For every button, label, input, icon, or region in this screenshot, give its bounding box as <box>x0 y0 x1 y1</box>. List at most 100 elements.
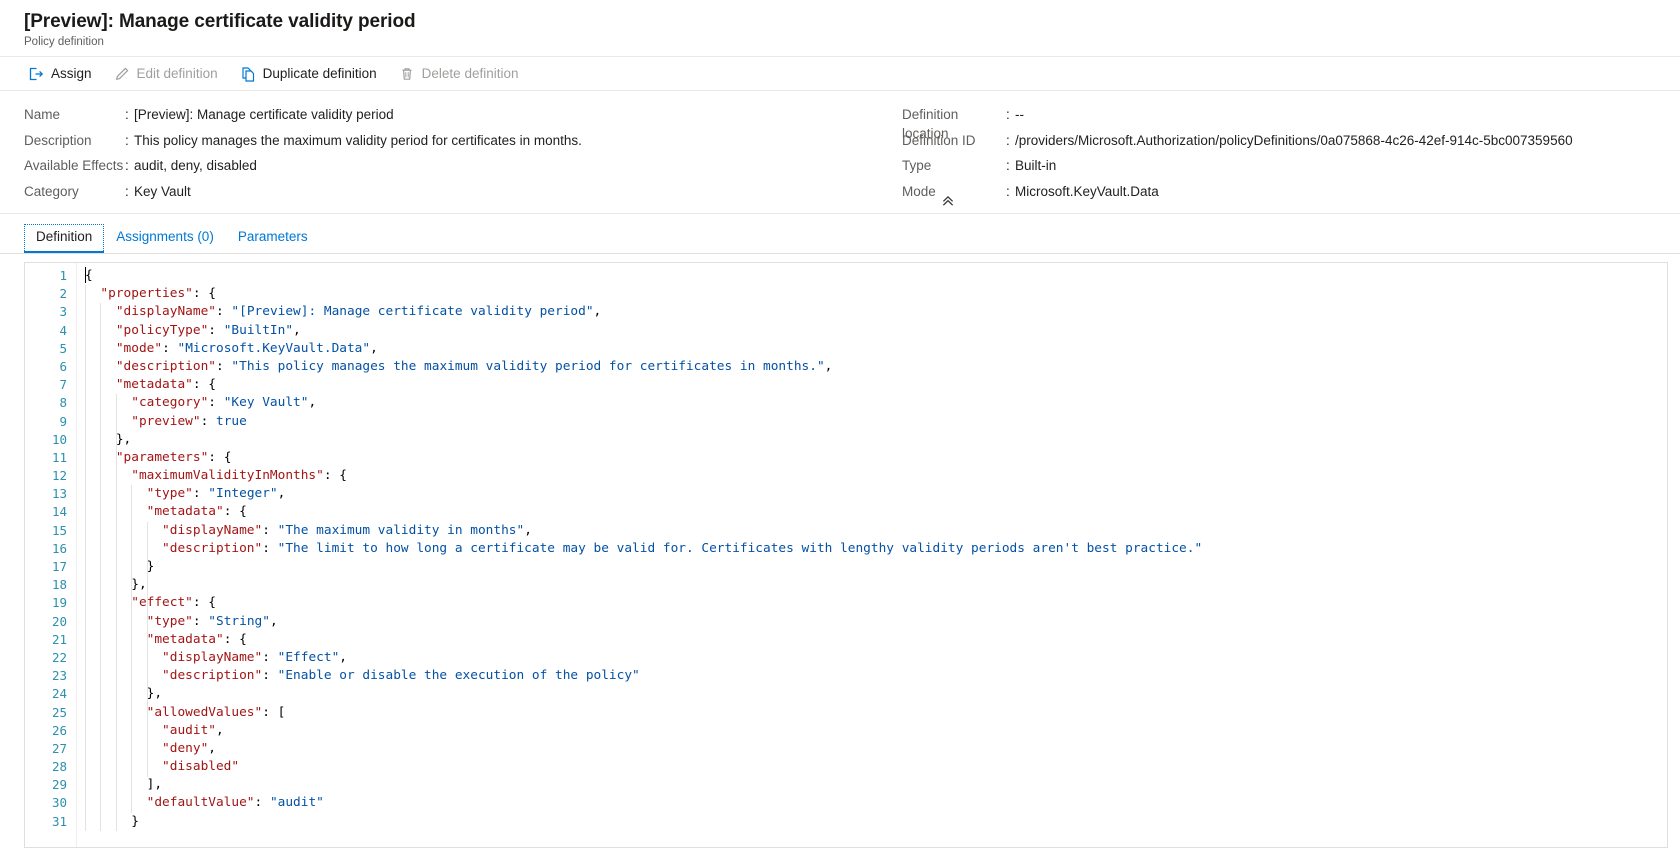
editor-token-key: "type" <box>146 486 193 502</box>
editor-token-str: "Integer" <box>208 486 278 502</box>
editor-token-pun: : <box>192 613 209 629</box>
duplicate-definition-button[interactable]: Duplicate definition <box>230 59 387 89</box>
editor-token-key: "description" <box>115 358 216 374</box>
editor-token-key: "maximumValidityInMonths" <box>131 468 324 484</box>
page-title: [Preview]: Manage certificate validity p… <box>24 11 416 32</box>
assign-icon <box>28 66 44 82</box>
editor-code-area[interactable]: { "properties": { "displayName": "[Previ… <box>77 263 1667 847</box>
command-bar: Assign Edit definition Duplicate definit… <box>0 57 1680 91</box>
editor-token-pun: , <box>269 613 278 629</box>
editor-line: "parameters": { <box>85 449 1667 467</box>
editor-token-pun: }, <box>131 577 147 593</box>
editor-line-number: 30 <box>51 795 67 811</box>
editor-line-number: 25 <box>51 704 67 720</box>
editor-token-pun: , <box>277 486 286 502</box>
editor-line: } <box>85 558 1667 576</box>
editor-token-str: "Key Vault" <box>223 395 309 411</box>
editor-token-pun: , <box>339 649 347 665</box>
property-separator: : <box>1006 107 1010 122</box>
editor-line-number-gutter: 1 2 3 4 5 6 7 8 9 10 11 12 13 14 15 16 17 18 19 20 21 22 23 24 2… <box>25 263 77 847</box>
property-label: Name <box>24 107 61 122</box>
editor-indent-guide <box>85 285 86 832</box>
editor-token-pun: : [ <box>262 704 286 720</box>
editor-token-pun: , <box>308 395 317 411</box>
editor-line: }, <box>85 431 1667 449</box>
editor-line: "disabled" <box>85 758 1667 776</box>
editor-line-number: 3 <box>59 304 67 320</box>
text-caret <box>85 267 86 283</box>
delete-definition-button[interactable]: Delete definition <box>389 59 529 89</box>
editor-token-pun: : <box>216 304 232 320</box>
tab-bar: Definition Assignments (0) Parameters <box>0 214 1680 254</box>
property-value: audit, deny, disabled <box>134 158 257 173</box>
editor-token-pun: : <box>262 540 278 556</box>
property-row-available-effects: Available Effects : audit, deny, disable… <box>24 156 890 182</box>
properties-panel: Name : [Preview]: Manage certificate val… <box>0 91 1680 214</box>
editor-token-str: "BuiltIn" <box>223 322 294 338</box>
editor-token-key: "preview" <box>131 413 201 429</box>
editor-line: "maximumValidityInMonths": { <box>85 467 1667 485</box>
editor-line-number: 8 <box>59 395 67 411</box>
editor-line-number: 24 <box>51 686 67 702</box>
page-subtitle: Policy definition <box>24 36 104 48</box>
editor-line: "displayName": "[Preview]: Manage certif… <box>85 303 1667 321</box>
property-row-category: Category : Key Vault <box>24 182 890 208</box>
property-label: Type <box>902 158 932 173</box>
tab-definition[interactable]: Definition <box>24 224 105 253</box>
editor-line-number: 18 <box>51 577 67 593</box>
collapse-properties-button[interactable] <box>933 192 963 212</box>
property-value: This policy manages the maximum validity… <box>134 132 582 148</box>
editor-token-pun: : { <box>208 449 232 465</box>
editor-token-pun: : <box>208 395 224 411</box>
editor-line: "audit", <box>85 722 1667 740</box>
assign-button[interactable]: Assign <box>18 59 102 89</box>
property-separator: : <box>1006 183 1010 199</box>
chevron-double-up-icon <box>941 194 955 211</box>
editor-line-number: 27 <box>51 740 67 756</box>
editor-token-pun: : <box>262 522 278 538</box>
tab-parameters-label: Parameters <box>237 229 308 244</box>
editor-token-str: "The limit to how long a certificate may… <box>277 540 1203 556</box>
editor-token-pun: } <box>131 813 139 829</box>
editor-token-pun: { <box>85 268 93 283</box>
editor-line-number: 29 <box>51 777 67 793</box>
editor-token-pun: : <box>216 358 232 374</box>
property-label: Description <box>24 132 92 148</box>
editor-line-number: 17 <box>51 559 67 574</box>
editor-line-number: 5 <box>59 340 67 356</box>
editor-line-number: 16 <box>51 540 67 556</box>
properties-left-column: Name : [Preview]: Manage certificate val… <box>0 105 890 207</box>
property-value: [Preview]: Manage certificate validity p… <box>134 107 394 122</box>
edit-definition-button[interactable]: Edit definition <box>104 59 228 89</box>
editor-token-str: "Effect" <box>277 649 340 665</box>
editor-token-key: "mode" <box>115 340 163 356</box>
editor-token-str: "audit" <box>269 795 324 811</box>
editor-token-pun: : { <box>192 595 216 611</box>
page-header: [Preview]: Manage certificate validity p… <box>0 0 1680 57</box>
property-separator: : <box>125 132 129 148</box>
editor-token-str: "This policy manages the maximum validit… <box>231 358 825 374</box>
editor-token-pun: ], <box>146 777 163 793</box>
editor-line: "category": "Key Vault", <box>85 394 1667 412</box>
editor-token-key: "properties" <box>100 286 193 302</box>
tab-parameters[interactable]: Parameters <box>226 224 320 253</box>
editor-line: "properties": { <box>85 285 1667 303</box>
editor-token-pun: : <box>208 322 224 338</box>
editor-token-pun: }, <box>115 431 132 447</box>
editor-token-pun: : { <box>223 504 247 520</box>
editor-token-pun: : { <box>223 631 247 647</box>
property-label: Definition ID <box>902 132 976 148</box>
tab-assignments[interactable]: Assignments (0) <box>104 224 226 253</box>
editor-line-number: 21 <box>51 631 67 647</box>
editor-line-number: 31 <box>51 813 67 829</box>
json-editor[interactable]: 1 2 3 4 5 6 7 8 9 10 11 12 13 14 15 16 17 18 19 20 21 22 23 24 2… <box>24 262 1668 848</box>
editor-token-pun: : <box>262 668 278 684</box>
editor-token-pun: , <box>208 740 216 756</box>
editor-line-number: 2 <box>59 286 67 302</box>
editor-token-pun: , <box>593 304 602 320</box>
editor-line-number: 6 <box>59 358 67 374</box>
editor-line: "policyType": "BuiltIn", <box>85 322 1667 340</box>
editor-line-number: 4 <box>59 322 67 338</box>
editor-token-key: "deny" <box>162 740 209 756</box>
editor-token-pun: , <box>524 522 532 538</box>
